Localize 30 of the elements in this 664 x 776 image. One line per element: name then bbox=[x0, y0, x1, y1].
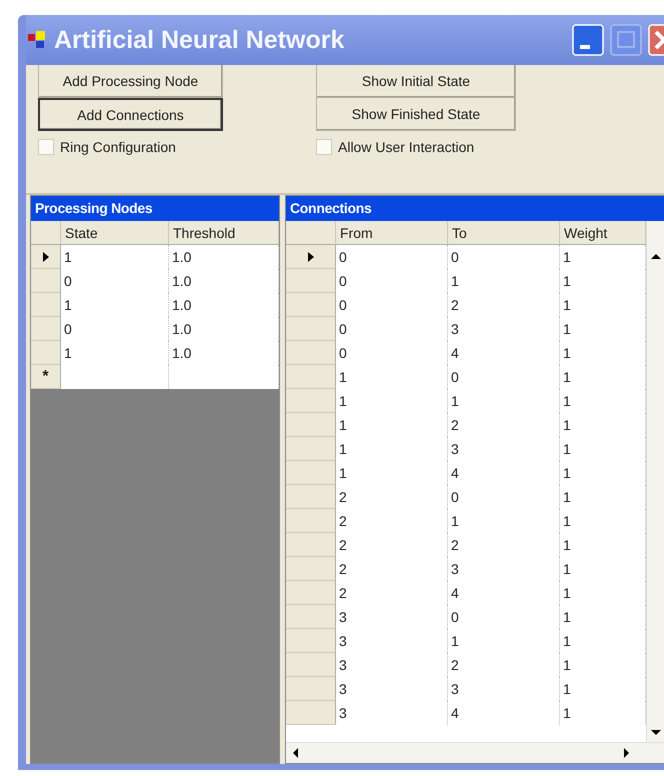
action-button[interactable]: Add Connections bbox=[38, 98, 223, 131]
checkbox[interactable] bbox=[38, 139, 54, 155]
vertical-scrollbar[interactable] bbox=[646, 221, 664, 742]
grid-caption: Processing Nodes bbox=[31, 196, 279, 221]
app-icon bbox=[28, 31, 48, 49]
column-header[interactable]: State bbox=[61, 221, 169, 245]
grid-caption: Connections bbox=[286, 196, 664, 221]
action-button[interactable]: Add Processing Node bbox=[38, 65, 223, 98]
row-header[interactable] bbox=[31, 245, 61, 269]
column-header[interactable]: To bbox=[448, 221, 560, 245]
maximize-icon[interactable] bbox=[610, 24, 642, 56]
column-header[interactable]: Weight bbox=[560, 221, 646, 245]
row-header[interactable] bbox=[286, 245, 336, 269]
checkbox-label: Ring Configuration bbox=[60, 139, 176, 155]
minimize-icon[interactable] bbox=[572, 24, 604, 56]
window-title: Artificial Neural Network bbox=[54, 26, 346, 54]
table-cell: 3 bbox=[336, 701, 448, 725]
action-button[interactable]: Show Finished State bbox=[316, 98, 516, 131]
table-cell: 4 bbox=[448, 701, 560, 725]
action-button[interactable]: Show Initial State bbox=[316, 65, 516, 98]
current-row-icon bbox=[306, 252, 314, 262]
header-cell bbox=[286, 221, 336, 245]
column-header[interactable]: From bbox=[336, 221, 448, 245]
new-row-marker: * bbox=[42, 368, 49, 386]
checkbox[interactable] bbox=[316, 139, 332, 155]
horizontal-scrollbar[interactable] bbox=[286, 742, 664, 763]
current-row-icon bbox=[42, 252, 50, 262]
column-header[interactable]: Threshold bbox=[169, 221, 279, 245]
checkbox-label: Allow User Interaction bbox=[338, 139, 474, 155]
header-cell bbox=[31, 221, 61, 245]
